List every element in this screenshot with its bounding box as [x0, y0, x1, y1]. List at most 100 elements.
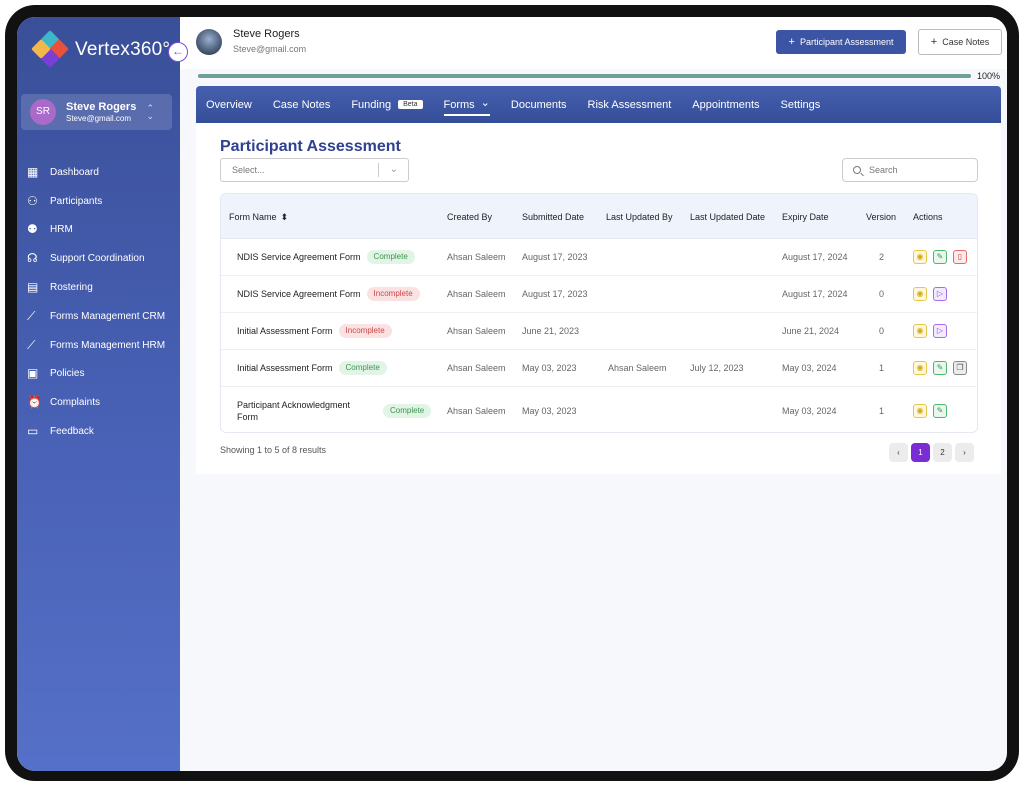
chart-icon: ⟋ [27, 337, 36, 352]
column-header-expiry-date: Expiry Date [782, 211, 829, 222]
collapse-sidebar-icon[interactable]: ← [168, 42, 188, 62]
start-icon[interactable]: ▷ [933, 287, 947, 301]
tab-forms[interactable]: Forms ⌄ [443, 97, 491, 116]
sidebar-item-participants[interactable]: ⚇ Participants [27, 187, 165, 216]
view-icon[interactable]: ◉ [913, 287, 927, 301]
chart-icon: ⟋ [27, 308, 36, 323]
edit-icon[interactable]: ✎ [933, 403, 947, 418]
results-summary: Showing 1 to 5 of 8 results [220, 445, 327, 455]
search-input[interactable]: Search [842, 158, 978, 182]
cell-created-by: Ahsan Saleem [447, 363, 506, 373]
tab-settings[interactable]: Settings [781, 99, 821, 111]
next-page-icon[interactable]: › [955, 443, 974, 462]
sidebar-item-feedback[interactable]: ▭ Feedback [27, 417, 165, 446]
sidebar-item-label: Forms Management CRM [50, 310, 166, 322]
form-name-cell: Initial Assessment Form Incomplete [237, 313, 432, 349]
sidebar-item-support-coordination[interactable]: ☊ Support Coordination [27, 244, 165, 273]
cell-expiry: May 03, 2024 [782, 363, 837, 373]
cell-version: 0 [879, 289, 885, 299]
case-notes-button[interactable]: + Case Notes [918, 29, 1002, 55]
row-actions: ◉ ✎ ❐ [913, 350, 973, 386]
view-icon[interactable]: ◉ [913, 361, 927, 375]
calendar-icon: ▤ [27, 280, 39, 295]
edit-icon[interactable]: ✎ [933, 250, 947, 264]
progress-fill [198, 74, 971, 78]
status-badge: Complete [366, 250, 415, 264]
cell-created-by: Ahsan Saleem [447, 252, 506, 262]
view-icon[interactable]: ◉ [913, 250, 927, 264]
cell-created-by: Ahsan Saleem [447, 326, 506, 336]
edit-icon[interactable]: ✎ [933, 361, 947, 375]
cell-submitted: June 21, 2023 [522, 326, 580, 336]
sidebar-item-policies[interactable]: ▣ Policies [27, 360, 165, 389]
view-icon[interactable]: ◉ [913, 324, 927, 338]
tab-bar: Overview Case Notes Funding Beta Forms ⌄ Docum… [196, 86, 1001, 123]
sidebar-item-forms-management-hrm[interactable]: ⟋ Forms Management HRM [27, 331, 165, 360]
form-name: NDIS Service Agreement Form [237, 252, 361, 262]
table-row: Initial Assessment Form Complete Ahsan Sal… [221, 350, 977, 387]
cell-expiry: August 17, 2024 [782, 289, 848, 299]
cell-version: 2 [879, 252, 885, 262]
form-name-cell: Initial Assessment Form Complete [237, 350, 432, 386]
sort-icon[interactable]: ⬍ [281, 211, 289, 223]
cell-created-by: Ahsan Saleem [447, 405, 506, 416]
form-name-cell: Participant Acknowledgment Form Complete [237, 387, 432, 432]
progress-bar [198, 74, 971, 78]
pagination: ‹ 1 2 › [886, 443, 974, 462]
chevron-down-icon: ⌄ [389, 164, 398, 175]
status-badge: Incomplete [338, 324, 392, 338]
row-actions: ◉ ▷ [913, 276, 953, 312]
plus-icon: + [788, 36, 795, 48]
user-name: Steve Rogers [66, 101, 137, 113]
cell-expiry: August 17, 2024 [782, 252, 848, 262]
search-icon [853, 166, 861, 174]
column-header-form-name[interactable]: Form Name ⬍ [229, 194, 429, 239]
tab-documents[interactable]: Documents [511, 99, 567, 111]
tab-overview[interactable]: Overview [206, 99, 252, 111]
cell-created-by: Ahsan Saleem [447, 289, 506, 299]
tab-risk-assessment[interactable]: Risk Assessment [588, 99, 672, 111]
app-screen: Vertex360° SR Steve Rogers Steve@gmail.c… [17, 17, 1007, 771]
sidebar-item-rostering[interactable]: ▤ Rostering [27, 273, 165, 302]
profile-avatar[interactable] [196, 29, 222, 55]
status-badge: Complete [338, 361, 387, 375]
form-select[interactable]: Select... ⌄ [220, 158, 409, 182]
user-email: Steve@gmail.com [66, 114, 132, 123]
page-1-button[interactable]: 1 [911, 443, 930, 462]
pdf-icon[interactable]: ▯ [953, 250, 967, 264]
beta-badge: Beta [398, 100, 423, 109]
tab-case-notes[interactable]: Case Notes [273, 99, 330, 111]
copy-icon[interactable]: ❐ [953, 361, 967, 375]
cell-updated-date: July 12, 2023 [690, 363, 744, 373]
tab-appointments[interactable]: Appointments [692, 99, 759, 111]
sidebar-item-hrm[interactable]: ⚉ HRM [27, 216, 165, 245]
user-switcher[interactable]: SR Steve Rogers Steve@gmail.com ⌃ ⌄ [21, 94, 172, 130]
tab-funding[interactable]: Funding Beta [351, 99, 423, 111]
sidebar-item-dashboard[interactable]: ▦ Dashboard [27, 158, 165, 187]
sidebar-item-label: Feedback [50, 426, 94, 438]
sidebar-item-complaints[interactable]: ⏰ Complaints [27, 388, 165, 417]
page-2-button[interactable]: 2 [933, 443, 952, 462]
sidebar-item-forms-management-crm[interactable]: ⟋ Forms Management CRM [27, 302, 165, 331]
main-content: Participant Assessment Select... ⌄ Searc… [196, 123, 1001, 474]
cell-expiry: May 03, 2024 [782, 405, 837, 416]
view-icon[interactable]: ◉ [913, 403, 927, 418]
prev-page-icon[interactable]: ‹ [889, 443, 908, 462]
page-title: Participant Assessment [220, 138, 401, 155]
plus-icon: + [930, 36, 938, 48]
table-row: Participant Acknowledgment Form Complete A… [221, 387, 977, 432]
brand-logo[interactable]: Vertex360° [31, 30, 170, 68]
sidebar-item-label: HRM [50, 224, 73, 236]
sidebar-item-label: Complaints [50, 397, 101, 409]
feedback-icon: ▭ [27, 424, 39, 439]
sidebar-item-label: Policies [50, 368, 85, 380]
cell-version: 0 [879, 326, 885, 336]
cell-submitted: August 17, 2023 [522, 289, 588, 299]
hrm-icon: ⚉ [27, 222, 38, 237]
sidebar-item-label: Dashboard [50, 166, 99, 178]
row-actions: ◉ ▷ [913, 313, 953, 349]
participant-assessment-button[interactable]: + Participant Assessment [776, 30, 906, 54]
column-header-actions: Actions [913, 211, 943, 222]
column-header-version: Version [866, 211, 897, 222]
start-icon[interactable]: ▷ [933, 324, 947, 338]
